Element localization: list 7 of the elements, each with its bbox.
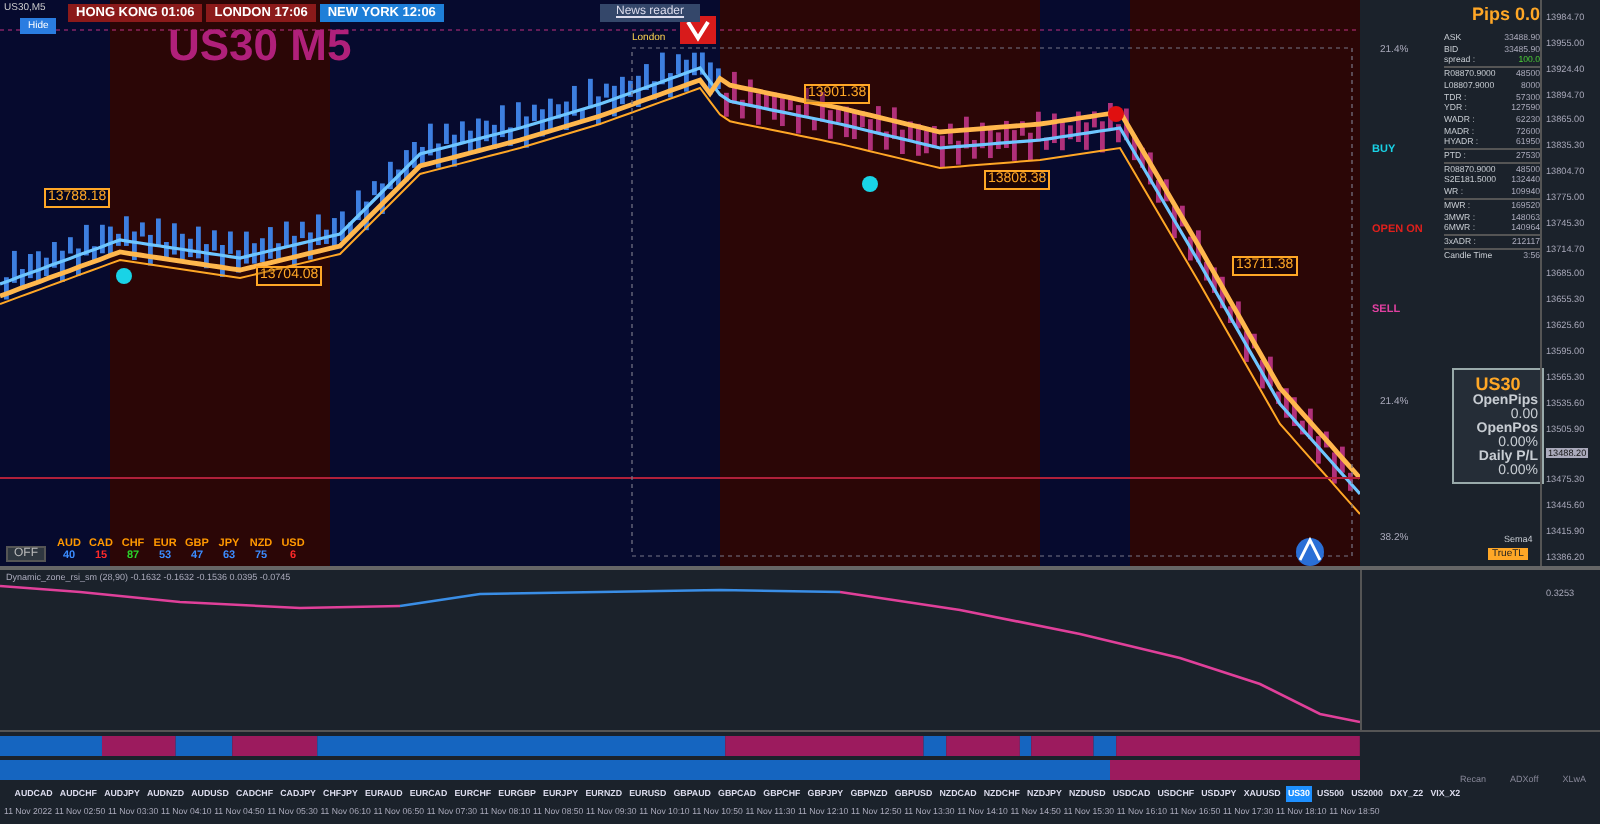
chart-symbol-title: US30 M5 — [168, 20, 352, 72]
up-arrow-icon — [1296, 536, 1324, 566]
signal-dot — [1108, 106, 1124, 122]
signal-dot — [116, 268, 132, 284]
pips-title: Pips 0.0 — [1469, 4, 1540, 24]
signal-dot — [862, 176, 878, 192]
stats-symbol: US30 — [1475, 374, 1521, 394]
